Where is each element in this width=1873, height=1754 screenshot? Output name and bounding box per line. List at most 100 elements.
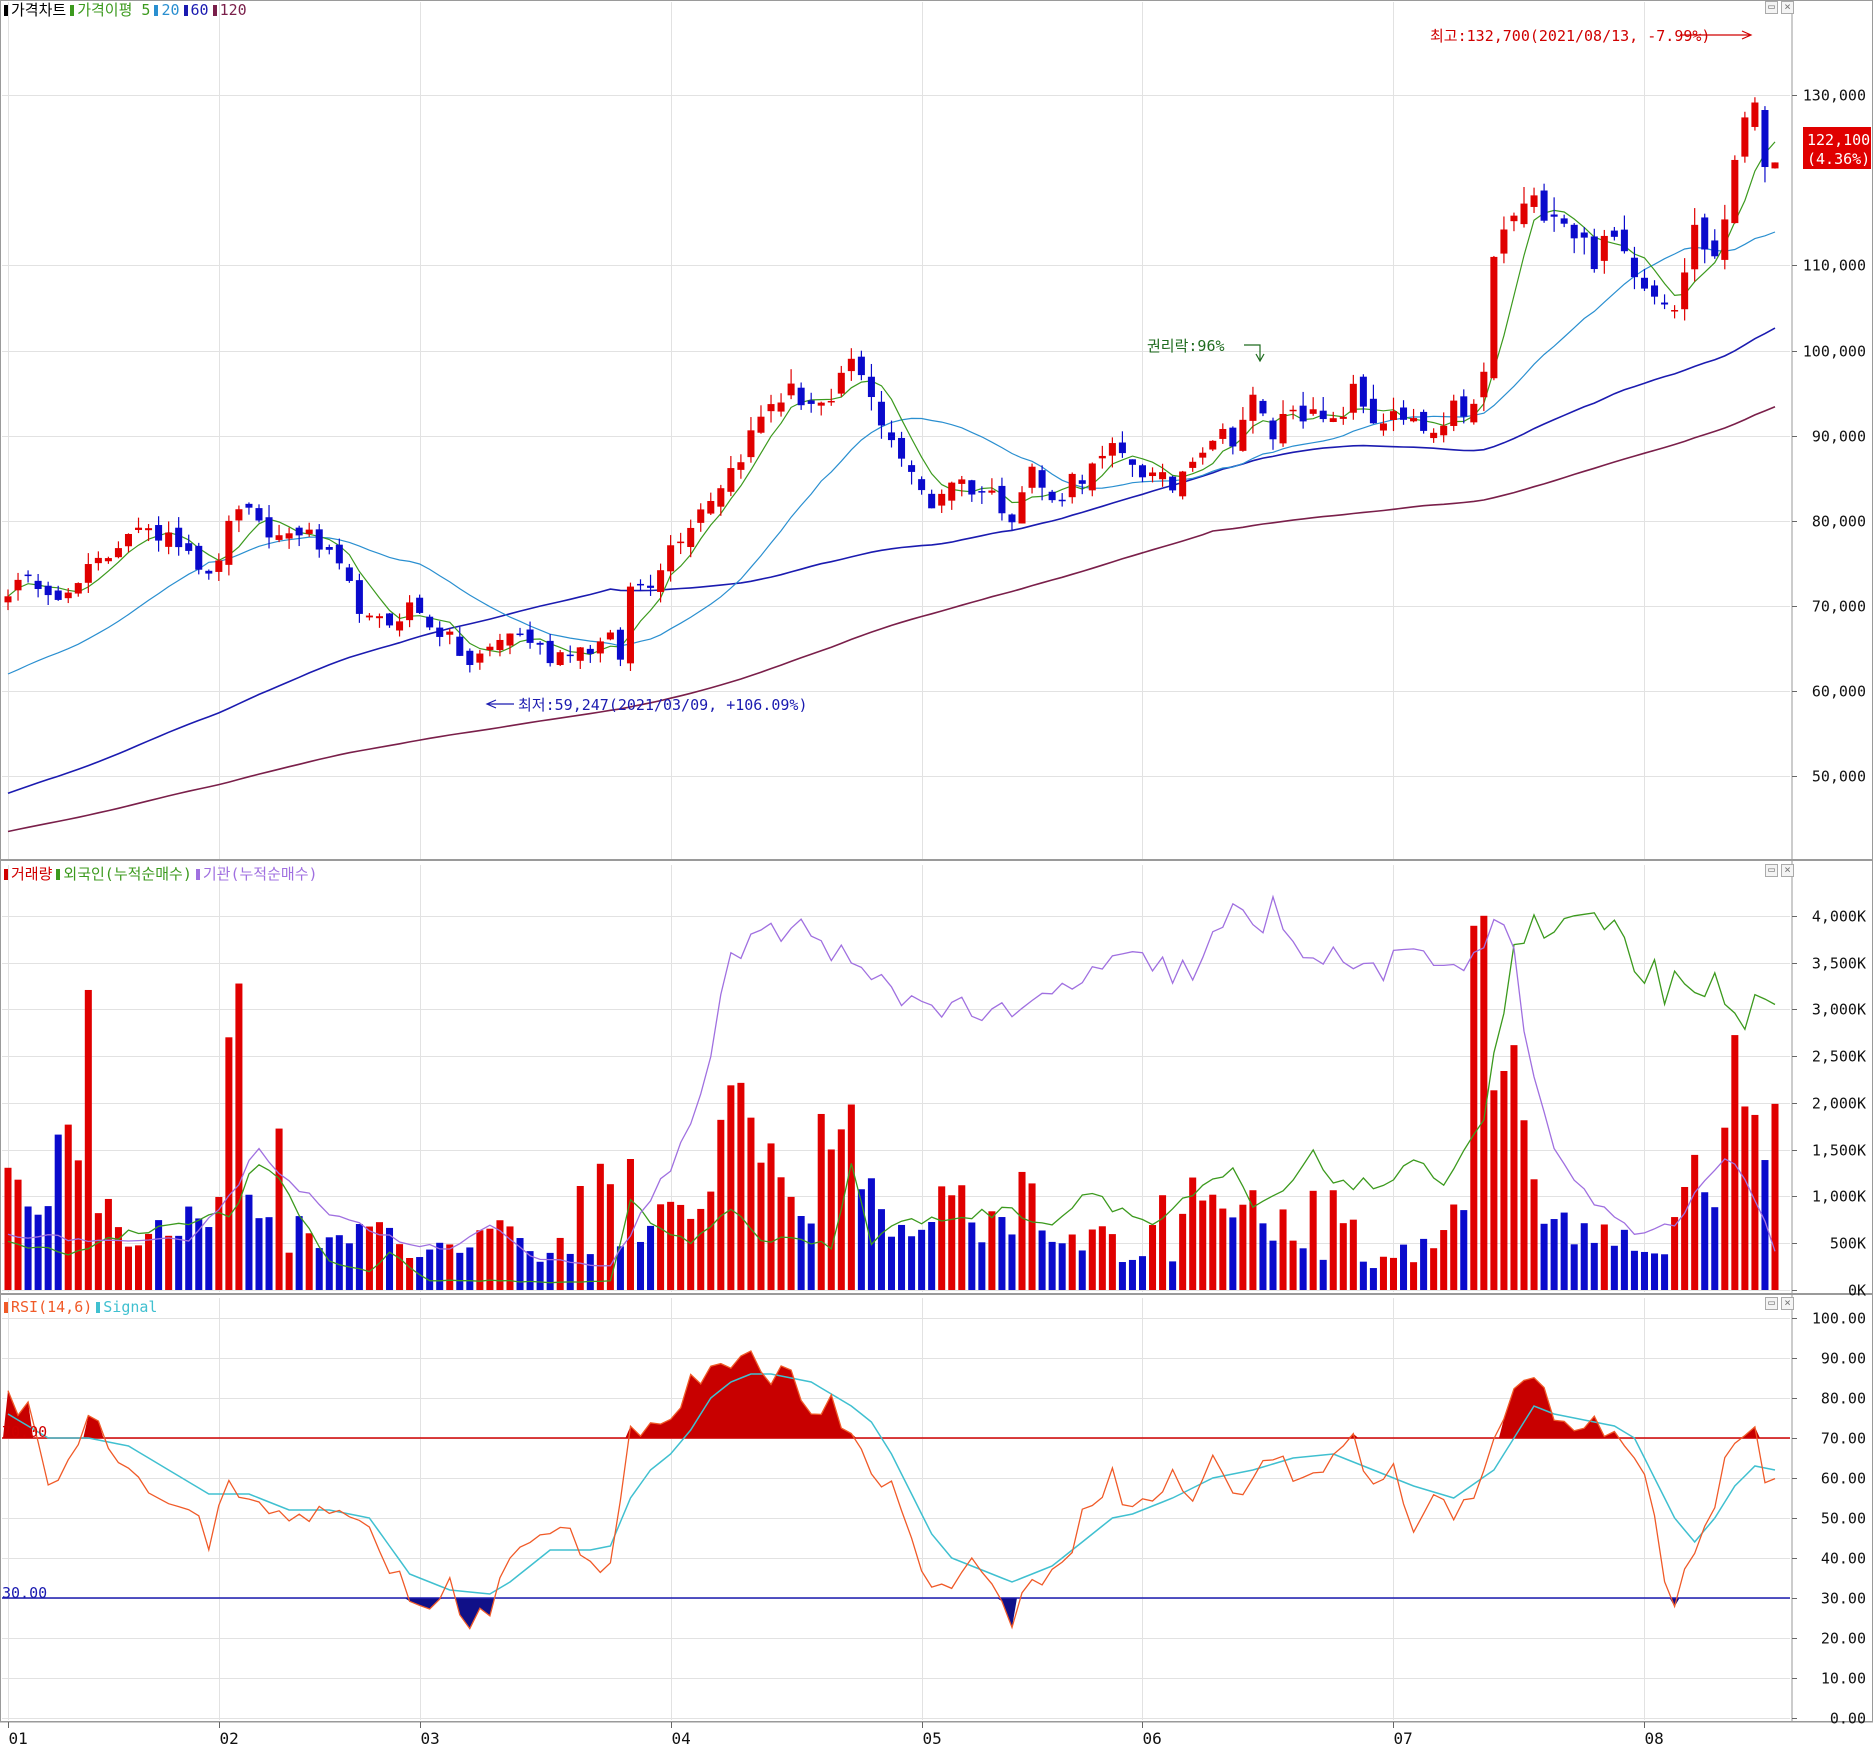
price-candle[interactable] bbox=[1460, 389, 1468, 424]
price-candle[interactable] bbox=[697, 503, 705, 532]
price-candle[interactable] bbox=[717, 484, 725, 516]
volume-bar[interactable] bbox=[34, 1214, 42, 1290]
volume-bar[interactable] bbox=[54, 1134, 62, 1290]
price-candle[interactable] bbox=[466, 648, 474, 673]
price-candle[interactable] bbox=[1169, 475, 1177, 493]
price-candle[interactable] bbox=[1229, 426, 1237, 455]
price-candle[interactable] bbox=[406, 595, 414, 628]
price-candle[interactable] bbox=[1179, 470, 1187, 500]
price-candle[interactable] bbox=[255, 504, 263, 523]
price-candle[interactable] bbox=[1510, 212, 1518, 232]
price-candle[interactable] bbox=[1309, 397, 1317, 416]
price-candle[interactable] bbox=[877, 390, 885, 439]
volume-bar[interactable] bbox=[446, 1244, 454, 1290]
volume-bar[interactable] bbox=[877, 1209, 885, 1290]
volume-bar[interactable] bbox=[1751, 1114, 1759, 1290]
volume-bar[interactable] bbox=[145, 1233, 153, 1290]
close-icon[interactable]: × bbox=[1781, 864, 1794, 877]
volume-bar[interactable] bbox=[295, 1216, 303, 1290]
price-candle[interactable] bbox=[1420, 409, 1428, 434]
price-candle[interactable] bbox=[225, 515, 233, 576]
price-candle[interactable] bbox=[1088, 462, 1096, 497]
price-candle[interactable] bbox=[1500, 216, 1508, 264]
volume-bar[interactable] bbox=[1349, 1219, 1357, 1290]
legend-item[interactable]: 외국인(누적순매수) bbox=[63, 865, 191, 883]
price-candle[interactable] bbox=[616, 627, 624, 667]
price-candle[interactable] bbox=[1359, 374, 1367, 414]
volume-bar[interactable] bbox=[375, 1222, 383, 1290]
price-candle[interactable] bbox=[1299, 391, 1307, 429]
volume-bar[interactable] bbox=[908, 1236, 916, 1290]
price-candle[interactable] bbox=[345, 563, 353, 583]
price-candle[interactable] bbox=[1741, 111, 1749, 163]
price-panel-window-buttons[interactable]: ▭ × bbox=[1762, 0, 1794, 14]
volume-bar[interactable] bbox=[767, 1143, 775, 1290]
volume-bar[interactable] bbox=[1651, 1253, 1659, 1290]
price-candle[interactable] bbox=[275, 524, 283, 543]
volume-bar[interactable] bbox=[365, 1226, 373, 1290]
price-candle[interactable] bbox=[94, 551, 102, 571]
price-candle[interactable] bbox=[1480, 362, 1488, 412]
legend-item[interactable]: Signal bbox=[103, 1298, 157, 1316]
volume-bar[interactable] bbox=[1068, 1234, 1076, 1290]
volume-bar[interactable] bbox=[1640, 1251, 1648, 1290]
price-candle[interactable] bbox=[797, 382, 805, 410]
volume-bar[interactable] bbox=[1229, 1217, 1237, 1290]
price-candle[interactable] bbox=[1008, 513, 1016, 531]
legend-item[interactable]: 거래량 bbox=[11, 865, 52, 883]
price-candle[interactable] bbox=[1671, 305, 1679, 319]
price-candle[interactable] bbox=[325, 544, 333, 555]
rsi-panel-window-buttons[interactable]: ▭ × bbox=[1762, 1296, 1794, 1310]
volume-bar[interactable] bbox=[928, 1222, 936, 1290]
volume-bar[interactable] bbox=[1159, 1195, 1167, 1290]
volume-bar[interactable] bbox=[1058, 1243, 1066, 1290]
price-candle[interactable] bbox=[456, 626, 464, 657]
volume-bar[interactable] bbox=[1600, 1224, 1608, 1290]
price-candle[interactable] bbox=[1389, 397, 1398, 432]
volume-bar[interactable] bbox=[325, 1237, 333, 1290]
volume-bar[interactable] bbox=[64, 1124, 72, 1290]
price-candle[interactable] bbox=[1189, 457, 1197, 472]
price-candle[interactable] bbox=[777, 393, 785, 417]
volume-bar[interactable] bbox=[968, 1222, 976, 1290]
price-candle[interactable] bbox=[1068, 472, 1076, 504]
price-candle[interactable] bbox=[1721, 204, 1729, 270]
price-candle[interactable] bbox=[1319, 397, 1327, 423]
price-candle[interactable] bbox=[647, 574, 655, 596]
volume-bar[interactable] bbox=[135, 1245, 143, 1290]
price-candle[interactable] bbox=[1751, 97, 1759, 131]
volume-bar[interactable] bbox=[225, 1037, 233, 1290]
volume-bar[interactable] bbox=[466, 1247, 474, 1290]
volume-bar[interactable] bbox=[817, 1113, 825, 1290]
price-candle[interactable] bbox=[1530, 187, 1538, 213]
price-candle[interactable] bbox=[998, 477, 1006, 521]
price-candle[interactable] bbox=[486, 643, 494, 657]
price-candle[interactable] bbox=[1329, 411, 1337, 423]
price-candle[interactable] bbox=[1400, 400, 1408, 425]
price-candle[interactable] bbox=[265, 505, 273, 549]
price-candle[interactable] bbox=[657, 563, 665, 603]
legend-item[interactable]: 가격이평 5 bbox=[77, 1, 150, 19]
volume-bar[interactable] bbox=[1410, 1262, 1418, 1290]
price-candle[interactable] bbox=[968, 479, 976, 502]
volume-bar[interactable] bbox=[787, 1196, 795, 1290]
volume-bar[interactable] bbox=[1771, 1103, 1779, 1290]
price-candle[interactable] bbox=[1078, 474, 1086, 495]
price-candle[interactable] bbox=[566, 645, 574, 663]
volume-bar[interactable] bbox=[1540, 1223, 1548, 1290]
volume-bar[interactable] bbox=[777, 1177, 785, 1290]
price-candle[interactable] bbox=[1379, 413, 1387, 436]
price-candle[interactable] bbox=[526, 621, 534, 649]
price-candle[interactable] bbox=[416, 594, 424, 614]
price-candle[interactable] bbox=[245, 502, 253, 515]
price-candle[interactable] bbox=[1118, 431, 1126, 458]
price-candle[interactable] bbox=[837, 365, 845, 397]
volume-bar[interactable] bbox=[1460, 1210, 1468, 1290]
volume-bar[interactable] bbox=[1098, 1226, 1106, 1290]
volume-bar[interactable] bbox=[988, 1211, 996, 1290]
volume-bar[interactable] bbox=[647, 1225, 655, 1290]
price-candle[interactable] bbox=[626, 582, 634, 671]
price-candle[interactable] bbox=[295, 525, 303, 547]
price-candle[interactable] bbox=[1138, 463, 1147, 483]
volume-bar[interactable] bbox=[1179, 1213, 1187, 1290]
